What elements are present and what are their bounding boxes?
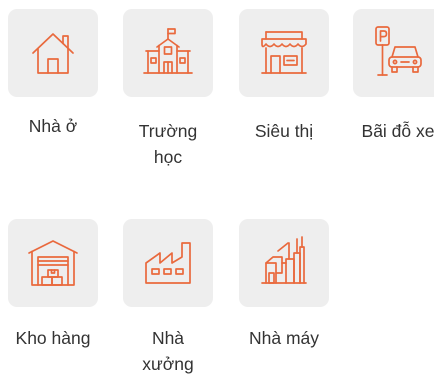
tile-parking[interactable] [353,9,434,97]
label-house: Nhà ở [28,116,78,136]
supermarket-icon [261,31,307,74]
house-icon [32,33,74,74]
label-school: Trường học [138,121,198,167]
tile-workshop[interactable] [123,219,213,307]
tile-school[interactable] [123,9,213,97]
tile-house[interactable] [8,9,98,97]
factory-icon [261,236,307,284]
school-icon [143,28,193,74]
workshop-icon [145,242,191,284]
building-type-grid: Nhà ở Trường học Siêu thị Bãi đỗ xe Kho … [0,0,434,374]
tile-factory[interactable] [239,219,329,307]
tile-supermarket[interactable] [239,9,329,97]
label-parking: Bãi đỗ xe [361,121,434,141]
tile-warehouse[interactable] [8,219,98,307]
label-factory: Nhà máy [248,328,320,348]
label-supermarket: Siêu thị [254,121,314,141]
label-workshop: Nhà xưởng [142,328,194,374]
warehouse-icon [28,240,78,286]
label-warehouse: Kho hàng [15,328,91,348]
parking-icon [375,26,422,76]
